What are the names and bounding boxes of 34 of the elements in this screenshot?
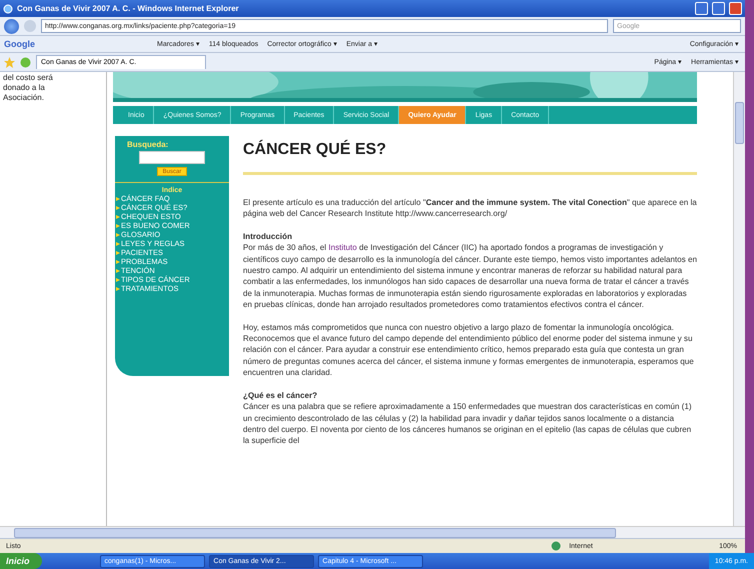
paragraph: Por más de 30 años, el Instituto de Investigación del Cáncer (IIC) ha aportado fondos a programas de investigación y científicos cuyo campo de desarrollo es la inmunología del cáncer. Durante este tiempo, hemos visto importantes adelantos en nuestro campo. Al adquirir un entendimiento del sistema inmune y encontrar maneras de reforzar su habilidad natural para combatir a las enfermedades, los inmunólogos han sido capaces de desarrollar una nueva forma de tratar el cáncer a través de la inmunoterapia. Muchas formas de inmunoterapia están siendo rigurosamente exploradas en laboratorios y exploradas en pruebas clínicas, donde han arrojado resultados prometedores como tratamientos efectivos contra el cáncer.	[243, 242, 697, 311]
browser-icon	[3, 4, 13, 14]
paragraph: Cáncer es una palabra que se refiere aproximadamente a 150 enfermedades que muestran dos características en común (1) un crecimiento descontrolado de las células y (2) la habilidad para invadir y dañar tejidos sanos localmente o a distancia dentro del cuerpo. El noventa por ciento de los cánceres humanos se originan en el epitelio (las capas de células que cubren la superficie del	[243, 401, 693, 447]
start-button[interactable]: Inicio	[0, 553, 42, 569]
bullet-icon	[116, 286, 120, 290]
bullet-icon	[116, 214, 120, 218]
search-label: Busqueda:	[127, 140, 168, 149]
bullet-icon	[116, 260, 120, 264]
bullet-icon	[116, 242, 120, 246]
article-title: CÁNCER QUÉ ES?	[243, 140, 388, 160]
section-heading: Introducción	[243, 230, 294, 242]
bullet-icon	[116, 278, 120, 282]
star-icon[interactable]	[4, 56, 15, 68]
text-link[interactable]: Instituto	[328, 243, 357, 252]
bullet-icon	[116, 232, 120, 236]
site-search-field[interactable]	[139, 151, 205, 164]
bullet-icon	[116, 224, 120, 228]
bullet-icon	[116, 250, 120, 254]
forward-button[interactable]	[24, 20, 36, 32]
horizontal-scrollbar[interactable]	[0, 526, 745, 538]
back-button[interactable]	[4, 18, 19, 34]
bullet-icon	[116, 268, 120, 272]
sidebar-text: del costo será donado a la Asociación.	[3, 73, 54, 103]
minimize-button[interactable]	[695, 2, 708, 15]
toolbar-logo: Google	[4, 39, 35, 49]
section-heading: ¿Qué es el cáncer?	[243, 390, 318, 402]
paragraph: Hoy, estamos más comprometidos que nunca con nuestro objetivo a largo plazo de fomentar la inmunología oncológica. Reconocemos que el avance futuro del campo depende del entendimiento público del enorme poder del sistema inmune y su relación con el cáncer. Para ayudar a construir ese entendimiento crítico, hemos preparado esta guía que contesta un gran número de preguntas comunes acerca del cáncer, el sistema inmune y formas emergentes de inmunoterapia, esperamos que encuentren una claridad.	[243, 322, 695, 379]
paragraph: El presente artículo es una traducción del artículo "Cancer and the immune system. The vital Conection" que aparece en la página web del Cancer Research Institute http://www.cancerresearch.org/	[243, 197, 697, 220]
bullet-icon	[116, 206, 120, 210]
vertical-scrollbar[interactable]	[733, 72, 745, 526]
window-title: Con Ganas de Vivir 2007 A. C. - Windows Internet Explorer	[17, 4, 239, 13]
bullet-icon	[116, 196, 120, 200]
close-button[interactable]	[729, 2, 742, 15]
maximize-button[interactable]	[712, 2, 725, 15]
